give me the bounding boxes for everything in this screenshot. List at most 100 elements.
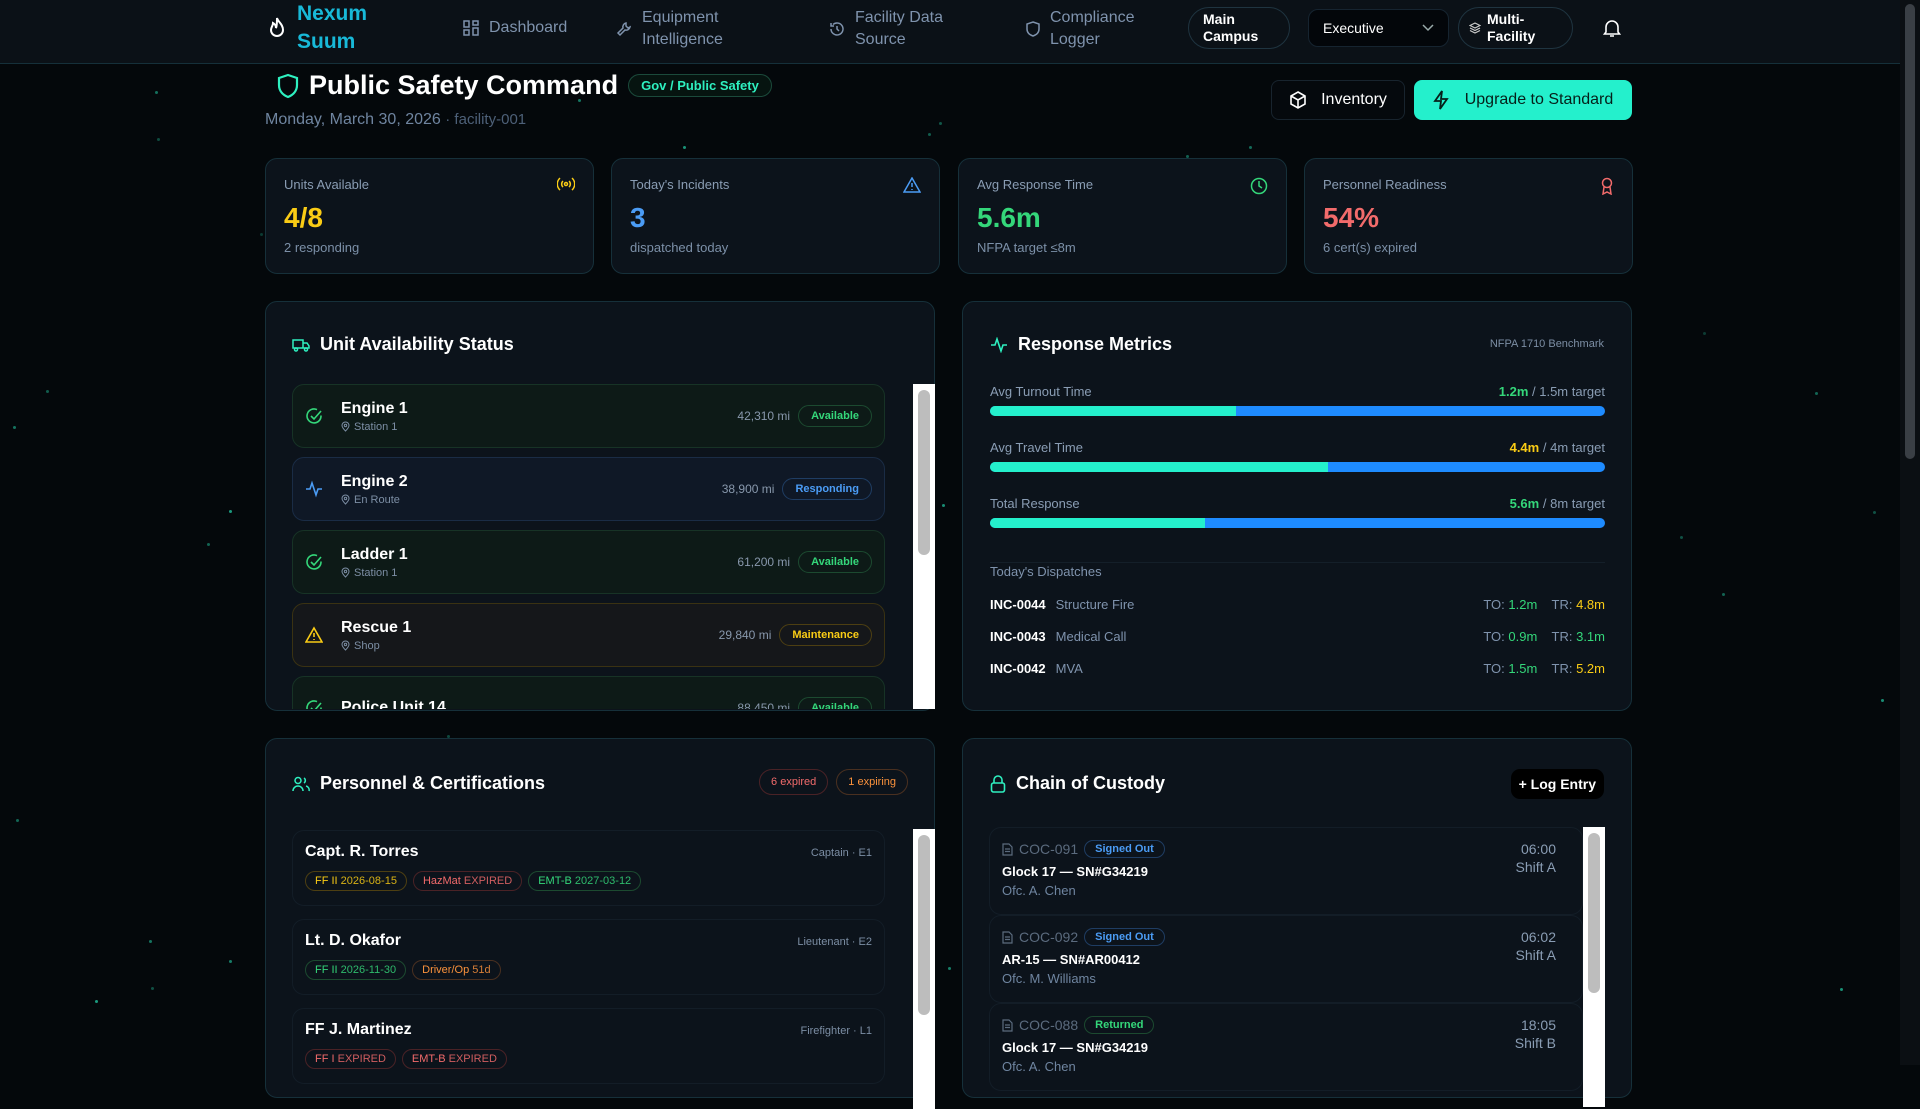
campus-selector[interactable]: Main Campus	[1188, 7, 1290, 49]
personnel-scrollbar[interactable]	[913, 829, 935, 1109]
role-select[interactable]: Executive	[1308, 9, 1449, 47]
unit-status-badge: Available	[798, 551, 872, 573]
cert-badge: EMT-B 2027-03-12	[528, 871, 642, 891]
unit-list-scrollbar[interactable]	[913, 384, 935, 709]
unit-row[interactable]: Engine 1 Station 1 42,310 mi Available	[292, 384, 885, 448]
incident-id: INC-0043	[990, 629, 1046, 644]
current-date: Monday, March 30, 2026	[265, 111, 441, 128]
nav-compliance-label: Compliance Logger	[1050, 9, 1135, 48]
cert-expiry: 2027-03-12	[574, 875, 632, 887]
star-dot	[13, 426, 17, 430]
custody-id: COC-091	[1019, 841, 1079, 857]
nav-equipment-intelligence[interactable]: Equipment Intelligence	[616, 7, 762, 51]
multi-facility-toggle[interactable]: Multi-Facility	[1458, 7, 1573, 49]
metric-label: Avg Turnout Time	[990, 384, 1092, 399]
scope-label: Multi-Facility	[1487, 11, 1536, 44]
unit-status-icon	[305, 699, 341, 709]
unit-row[interactable]: Police Unit 14 88,450 mi Available	[292, 676, 885, 709]
star-dot	[1679, 535, 1683, 539]
star-dot	[45, 390, 49, 394]
panel-title: Response Metrics	[1018, 334, 1173, 354]
custody-status-badge: Signed Out	[1084, 840, 1165, 858]
page-scrollbar[interactable]	[1900, 0, 1920, 1065]
star-dot	[1880, 698, 1884, 702]
unit-name: Rescue 1	[341, 618, 412, 636]
metric-value: 5.6m	[1509, 496, 1540, 511]
unit-name: Engine 2	[341, 472, 408, 490]
brand-logo[interactable]: Nexum Suum	[267, 0, 377, 56]
star-dot	[1839, 987, 1843, 991]
cert-badge: FF I EXPIRED	[305, 1049, 396, 1069]
cert-name: EMT-B	[411, 1053, 446, 1065]
metric-row: Total Response 5.6m / 8m target	[990, 496, 1605, 511]
truck-icon	[292, 338, 310, 352]
dispatch-row[interactable]: INC-0044 Structure Fire TO: 1.2m TR: 4.8…	[990, 597, 1605, 612]
scrollbar-thumb[interactable]	[1588, 833, 1600, 993]
unit-location-text: Station 1	[354, 420, 398, 433]
personnel-card[interactable]: FF J. Martinez Firefighter · L1 FF I EXP…	[292, 1008, 885, 1084]
star-dot	[149, 940, 153, 944]
personnel-card[interactable]: Capt. R. Torres Captain · E1 FF II 2026-…	[292, 830, 885, 906]
map-pin-icon	[341, 640, 350, 651]
star-dot	[938, 121, 942, 125]
cert-name: FF II	[315, 964, 338, 976]
panel-header: Personnel & Certifications	[292, 773, 545, 794]
metric-progress-fill	[990, 462, 1329, 472]
custody-scrollbar[interactable]	[1583, 827, 1605, 1107]
page-scrollbar-thumb[interactable]	[1905, 4, 1915, 459]
stat-label: Avg Response Time	[977, 177, 1094, 192]
unit-row[interactable]: Rescue 1 Shop 29,840 mi Maintenance	[292, 603, 885, 667]
chain-of-custody-panel: Chain of Custody + Log Entry COC-091 Sig…	[962, 738, 1632, 1107]
star-dot	[16, 818, 20, 822]
unit-name: Engine 1	[341, 399, 408, 417]
cert-summary: 6 expired 1 expiring	[759, 769, 908, 795]
nav-dashboard[interactable]: Dashboard	[463, 17, 567, 39]
activity-icon	[991, 336, 1007, 353]
nav-facility-data-source[interactable]: Facility Data Source	[829, 7, 965, 51]
person-role: Lieutenant · E2	[797, 936, 872, 948]
alert-triangle-icon	[903, 177, 921, 193]
custody-entry[interactable]: COC-092 Signed Out AR-15 — SN#AR00412 Of…	[989, 915, 1583, 1003]
unit-mileage: 29,840 mi	[718, 628, 772, 642]
unit-mileage: 38,900 mi	[721, 482, 775, 496]
custody-entry[interactable]: COC-091 Signed Out Glock 17 — SN#G34219 …	[989, 827, 1583, 915]
log-entry-button[interactable]: + Log Entry	[1510, 769, 1604, 799]
unit-status-icon	[305, 626, 341, 644]
flame-icon	[269, 17, 285, 37]
personnel-card[interactable]: Lt. D. Okafor Lieutenant · E2 FF II 2026…	[292, 919, 885, 995]
person-name: Lt. D. Okafor	[305, 932, 402, 949]
metric-target: / 4m target	[1542, 440, 1605, 455]
nav-compliance-logger[interactable]: Compliance Logger	[1026, 7, 1150, 51]
page-header: Public Safety Command Gov / Public Safet…	[277, 70, 772, 101]
metric-row: Avg Travel Time 4.4m / 4m target	[990, 440, 1605, 455]
cert-badge: Driver/Op 51d	[412, 960, 501, 980]
star-dot	[1702, 331, 1706, 335]
cert-expiry: EXPIRED	[337, 1053, 386, 1065]
shield-icon	[1026, 21, 1040, 37]
dispatch-row[interactable]: INC-0043 Medical Call TO: 0.9m TR: 3.1m	[990, 629, 1605, 644]
upgrade-button[interactable]: Upgrade to Standard	[1414, 80, 1632, 120]
cert-badge: FF II 2026-11-30	[305, 960, 407, 980]
inventory-button[interactable]: Inventory	[1271, 80, 1405, 120]
star-dot	[229, 509, 233, 513]
person-name: FF J. Martinez	[305, 1021, 412, 1038]
nav-facility-label: Facility Data Source	[855, 9, 944, 48]
unit-row[interactable]: Ladder 1 Station 1 61,200 mi Available	[292, 530, 885, 594]
stat-value: 4/8	[284, 202, 323, 233]
campus-label: Main Campus	[1203, 11, 1259, 44]
dispatch-row[interactable]: INC-0042 MVA TO: 1.5m TR: 5.2m	[990, 661, 1605, 676]
unit-row[interactable]: Engine 2 En Route 38,900 mi Responding	[292, 457, 885, 521]
panel-header: Chain of Custody	[990, 773, 1165, 794]
cert-name: FF II	[315, 875, 338, 887]
star-dot	[1872, 511, 1876, 515]
scrollbar-thumb[interactable]	[918, 835, 930, 1015]
nav-equipment-label: Equipment Intelligence	[642, 9, 723, 48]
bell-icon[interactable]	[1603, 18, 1621, 38]
person-role: Firefighter · L1	[800, 1025, 872, 1037]
benchmark-label: NFPA 1710 Benchmark	[1489, 338, 1604, 350]
metric-row: Avg Turnout Time 1.2m / 1.5m target	[990, 384, 1605, 399]
custody-entry[interactable]: COC-088 Returned Glock 17 — SN#G34219 Of…	[989, 1003, 1583, 1091]
travel-label: TR:	[1551, 661, 1573, 676]
scrollbar-thumb[interactable]	[918, 390, 930, 555]
cert-name: HazMat	[422, 875, 461, 887]
